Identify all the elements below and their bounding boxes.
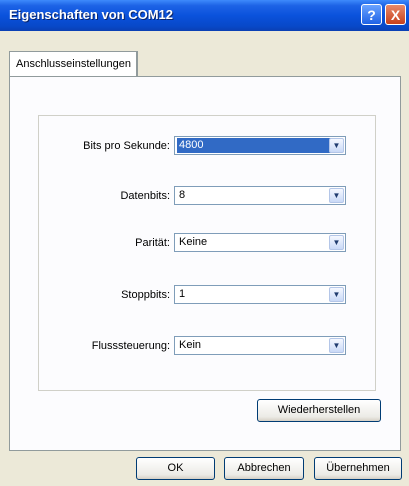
help-button[interactable]: ? (361, 4, 382, 25)
bits-per-second-value: 4800 (177, 138, 331, 153)
chevron-down-icon[interactable]: ▼ (329, 138, 344, 153)
chevron-down-icon[interactable]: ▼ (329, 338, 344, 353)
window-title: Eigenschaften von COM12 (9, 7, 173, 22)
stop-bits-select[interactable]: 1 ▼ (174, 285, 346, 304)
cancel-button[interactable]: Abbrechen (224, 457, 304, 480)
ok-button[interactable]: OK (136, 457, 215, 480)
bits-per-second-label: Bits pro Sekunde: (83, 140, 170, 152)
parity-value: Keine (179, 236, 208, 248)
tab-anschlusseinstellungen[interactable]: Anschlusseinstellungen (9, 51, 138, 76)
restore-defaults-button[interactable]: Wiederherstellen (257, 399, 381, 422)
title-bar[interactable]: Eigenschaften von COM12 ? X (0, 0, 409, 31)
flow-control-label: Flusssteuerung: (91, 340, 170, 352)
apply-button[interactable]: Übernehmen (314, 457, 402, 480)
flow-control-value: Kein (179, 339, 202, 351)
parity-select[interactable]: Keine ▼ (174, 233, 346, 252)
chevron-down-icon[interactable]: ▼ (329, 287, 344, 302)
close-button[interactable]: X (385, 4, 406, 25)
parity-label: Parität: (135, 237, 170, 249)
stop-bits-value: 1 (179, 288, 186, 300)
chevron-down-icon[interactable]: ▼ (329, 235, 344, 250)
flow-control-select[interactable]: Kein ▼ (174, 336, 346, 355)
data-bits-select[interactable]: 8 ▼ (174, 186, 346, 205)
chevron-down-icon[interactable]: ▼ (329, 188, 344, 203)
data-bits-label: Datenbits: (120, 190, 170, 202)
bits-per-second-select[interactable]: 4800 ▼ (174, 136, 346, 155)
stop-bits-label: Stoppbits: (121, 289, 170, 301)
data-bits-value: 8 (179, 189, 186, 201)
